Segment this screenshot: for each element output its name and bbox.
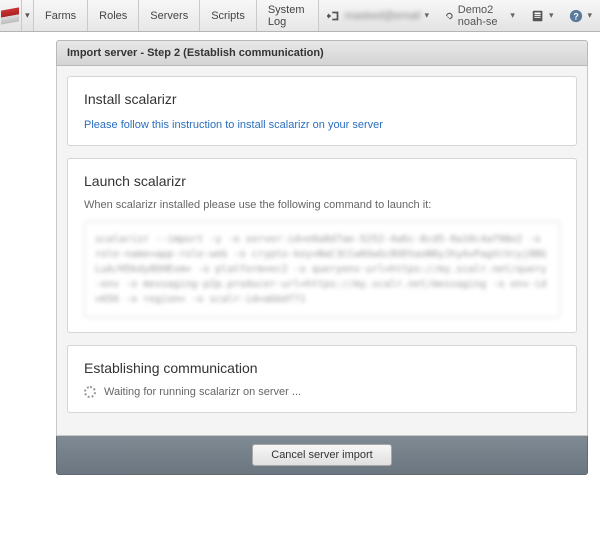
footer-bar: Cancel server import <box>56 436 588 475</box>
cancel-button[interactable]: Cancel server import <box>252 444 391 466</box>
page-body: Install scalarizr Please follow this ins… <box>56 66 588 436</box>
nav-label: Roles <box>99 10 127 22</box>
nav-farms[interactable]: Farms <box>34 0 88 31</box>
nav-label: Farms <box>45 10 76 22</box>
nav-label: Scripts <box>211 10 245 22</box>
install-panel: Install scalarizr Please follow this ins… <box>67 76 577 146</box>
address-book-icon <box>531 9 545 23</box>
account-menu[interactable]: masked@email ▾ <box>319 0 438 31</box>
nav-system-log[interactable]: System Log <box>257 0 319 31</box>
environment-label: Demo2 noah-se <box>458 4 507 28</box>
login-icon <box>327 9 341 23</box>
account-email: masked@email <box>345 10 421 22</box>
logo-cube-icon <box>1 9 19 23</box>
logo-menu-caret[interactable]: ▾ <box>22 0 34 31</box>
status-text: Waiting for running scalarizr on server … <box>104 386 301 398</box>
help-icon: ? <box>569 9 583 23</box>
page-header: Import server - Step 2 (Establish commun… <box>56 40 588 66</box>
chevron-down-icon: ▾ <box>425 10 430 21</box>
environment-icon <box>445 9 454 23</box>
nav-roles[interactable]: Roles <box>88 0 139 31</box>
chevron-down-icon: ▾ <box>510 10 515 21</box>
status-heading: Establishing communication <box>84 360 560 376</box>
launch-panel: Launch scalarizr When scalarizr installe… <box>67 158 577 333</box>
page-title: Import server - Step 2 (Establish commun… <box>67 47 324 59</box>
cancel-label: Cancel server import <box>271 449 372 461</box>
chevron-down-icon: ▾ <box>587 10 592 21</box>
install-heading: Install scalarizr <box>84 91 560 107</box>
launch-heading: Launch scalarizr <box>84 173 560 189</box>
help-menu[interactable]: ? ▾ <box>561 0 600 31</box>
nav-label: Servers <box>150 10 188 22</box>
status-line: Waiting for running scalarizr on server … <box>84 386 560 398</box>
nav-label: System Log <box>268 4 307 28</box>
contacts-menu[interactable]: ▾ <box>523 0 562 31</box>
svg-text:?: ? <box>574 11 579 21</box>
top-toolbar: ▾ Farms Roles Servers Scripts System Log… <box>0 0 600 32</box>
launch-description: When scalarizr installed please use the … <box>84 199 560 211</box>
status-panel: Establishing communication Waiting for r… <box>67 345 577 413</box>
chevron-down-icon: ▾ <box>549 10 554 21</box>
environment-menu[interactable]: Demo2 noah-se ▾ <box>437 0 523 31</box>
nav-servers[interactable]: Servers <box>139 0 200 31</box>
spinner-icon <box>84 386 96 398</box>
app-logo[interactable] <box>0 0 22 31</box>
launch-command-box[interactable]: scalarizr --import -y -o server-id=e0a8d… <box>84 221 560 318</box>
install-instructions-link[interactable]: Please follow this instruction to instal… <box>84 119 383 131</box>
nav-scripts[interactable]: Scripts <box>200 0 257 31</box>
